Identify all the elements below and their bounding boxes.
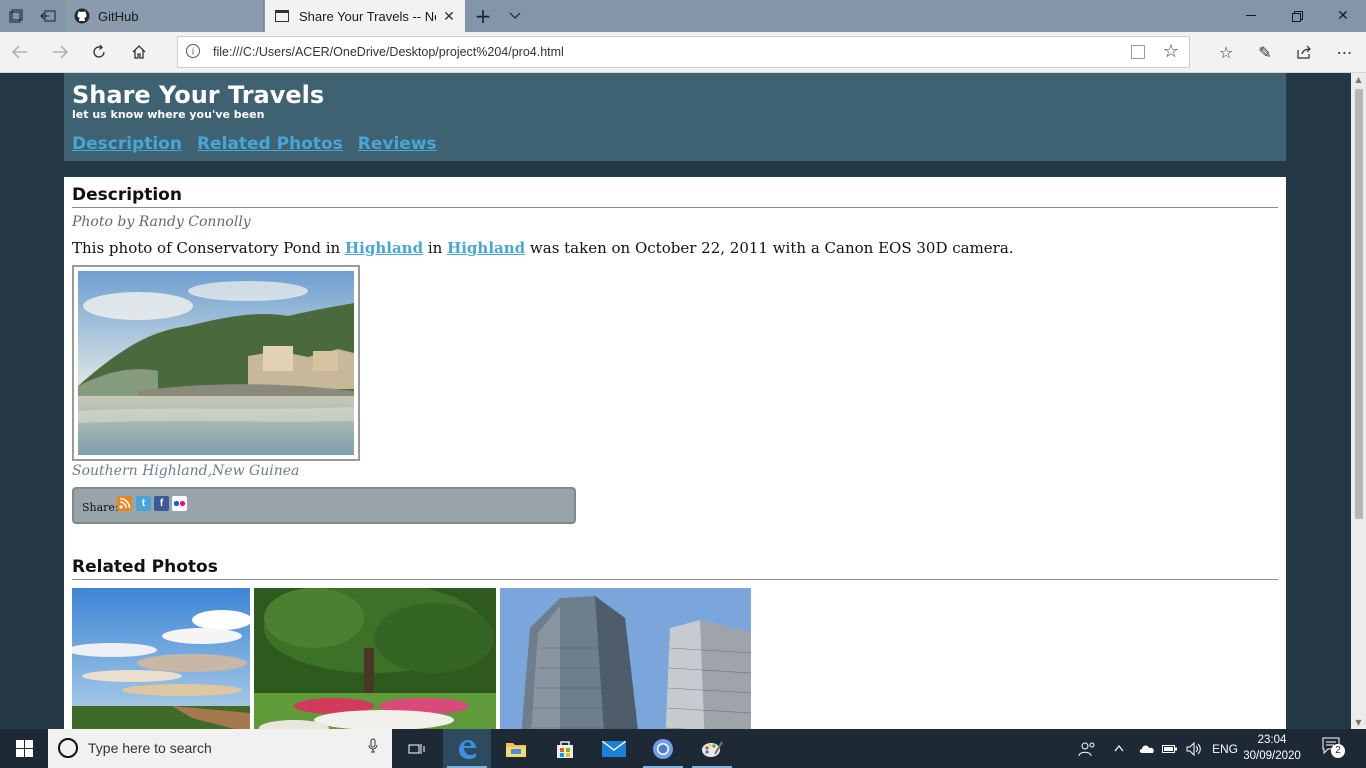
photo-credit: Photo by Randy Connolly (72, 214, 251, 230)
desc-text-2: in (423, 239, 448, 257)
photo-description: This photo of Conservatory Pond in Highl… (72, 239, 1014, 257)
related-photo-1[interactable] (72, 588, 250, 729)
close-tab-icon[interactable]: ✕ (441, 8, 457, 24)
main-content: Description Photo by Randy Connolly This… (64, 177, 1286, 729)
desc-text-1: This photo of Conservatory Pond in (72, 239, 345, 257)
tab-github[interactable]: GitHub (66, 0, 264, 32)
cortana-icon (58, 738, 78, 758)
share-icon[interactable] (1286, 36, 1324, 68)
vertical-scrollbar[interactable]: ▲ ▼ (1351, 73, 1366, 729)
clock-time: 23:04 (1257, 734, 1287, 746)
main-photo (78, 271, 354, 455)
site-title: Share Your Travels (72, 81, 325, 109)
onedrive-icon[interactable] (1138, 729, 1156, 768)
language-indicator[interactable]: ENG (1212, 729, 1238, 768)
more-icon[interactable]: ⋯ (1326, 36, 1364, 68)
github-icon (74, 8, 90, 24)
favorite-star-icon[interactable]: ☆ (1163, 41, 1179, 62)
photo-caption: Southern Highland,New Guinea (72, 463, 300, 479)
action-center-icon[interactable]: 2 (1322, 737, 1346, 759)
page-viewport: Share Your Travels let us know where you… (0, 73, 1351, 729)
search-placeholder: Type here to search (88, 740, 212, 756)
rss-icon[interactable] (117, 496, 132, 511)
taskbar: Type here to search ENG 23:04 30/09/2020… (0, 729, 1366, 768)
volume-icon[interactable] (1186, 729, 1204, 768)
description-heading: Description (72, 185, 1278, 208)
browser-tab-bar: GitHub Share Your Travels -- Ne ✕ + ✕ (0, 0, 1366, 32)
people-icon[interactable] (1078, 729, 1098, 768)
scroll-thumb[interactable] (1355, 89, 1363, 519)
reading-view-icon[interactable] (1131, 45, 1145, 59)
windows-start-icon[interactable] (0, 729, 48, 768)
set-aside-tabs-icon[interactable] (32, 0, 64, 32)
clock-date: 30/09/2020 (1243, 750, 1301, 762)
new-tab-icon[interactable]: + (467, 0, 499, 32)
share-label: Share: (82, 501, 119, 514)
site-tagline: let us know where you've been (72, 108, 265, 121)
share-box: Share: t f (72, 487, 576, 524)
site-nav: Description Related Photos Reviews (72, 134, 437, 154)
paint-icon[interactable] (688, 729, 736, 768)
minimize-icon[interactable] (1228, 0, 1274, 32)
tab-share-your-travels[interactable]: Share Your Travels -- Ne ✕ (265, 0, 465, 32)
taskbar-search-box[interactable]: Type here to search (48, 729, 392, 768)
address-bar[interactable]: i file:///C:/Users/ACER/OneDrive/Desktop… (177, 36, 1190, 68)
link-highland-city[interactable]: Highland (345, 239, 423, 257)
url-text[interactable]: file:///C:/Users/ACER/OneDrive/Desktop/p… (213, 45, 564, 59)
battery-icon[interactable] (1162, 729, 1180, 768)
related-photo-skyscrapers (500, 588, 751, 729)
address-toolbar: i file:///C:/Users/ACER/OneDrive/Desktop… (0, 32, 1366, 73)
related-photos-heading: Related Photos (72, 557, 1278, 580)
home-icon[interactable] (120, 36, 158, 68)
favorites-icon[interactable]: ☆ (1207, 36, 1245, 68)
page-icon (275, 10, 289, 22)
pen-icon[interactable]: ✎ (1246, 36, 1284, 68)
nav-link-reviews[interactable]: Reviews (358, 134, 437, 154)
info-icon[interactable]: i (186, 44, 200, 58)
site-header: Share Your Travels let us know where you… (64, 73, 1286, 161)
microphone-icon[interactable] (368, 738, 378, 758)
related-photo-3[interactable] (500, 588, 751, 729)
main-photo-frame (72, 265, 360, 461)
store-icon[interactable] (541, 729, 589, 768)
scroll-up-icon[interactable]: ▲ (1354, 75, 1363, 84)
chevron-down-icon[interactable] (499, 0, 531, 32)
related-photo-garden (254, 588, 496, 729)
file-explorer-icon[interactable] (492, 729, 540, 768)
tab-label: Share Your Travels -- Ne (299, 8, 436, 24)
system-clock[interactable]: 23:04 30/09/2020 (1240, 732, 1304, 764)
twitter-icon[interactable]: t (136, 496, 151, 511)
scroll-down-icon[interactable]: ▼ (1354, 718, 1363, 727)
related-photo-2[interactable] (254, 588, 496, 729)
forward-icon[interactable] (41, 36, 79, 68)
notification-count: 2 (1331, 744, 1345, 758)
edge-browser-icon[interactable] (443, 729, 491, 768)
chrome-icon[interactable] (639, 729, 687, 768)
tab-preview-icon[interactable] (0, 0, 32, 32)
refresh-icon[interactable] (80, 36, 118, 68)
flickr-icon[interactable] (172, 496, 187, 511)
close-window-icon[interactable]: ✕ (1320, 0, 1366, 32)
task-view-icon[interactable] (393, 729, 441, 768)
desc-text-3: was taken on October 22, 2011 with a Can… (525, 239, 1014, 257)
restore-icon[interactable] (1274, 0, 1320, 32)
tab-label: GitHub (98, 8, 139, 24)
related-photo-sky (72, 588, 250, 729)
back-icon[interactable] (1, 36, 39, 68)
link-highland-country[interactable]: Highland (447, 239, 525, 257)
facebook-icon[interactable]: f (154, 496, 169, 511)
mail-icon[interactable] (590, 729, 638, 768)
nav-link-description[interactable]: Description (72, 134, 182, 154)
nav-link-related-photos[interactable]: Related Photos (197, 134, 343, 154)
chevron-up-icon[interactable] (1114, 729, 1130, 768)
